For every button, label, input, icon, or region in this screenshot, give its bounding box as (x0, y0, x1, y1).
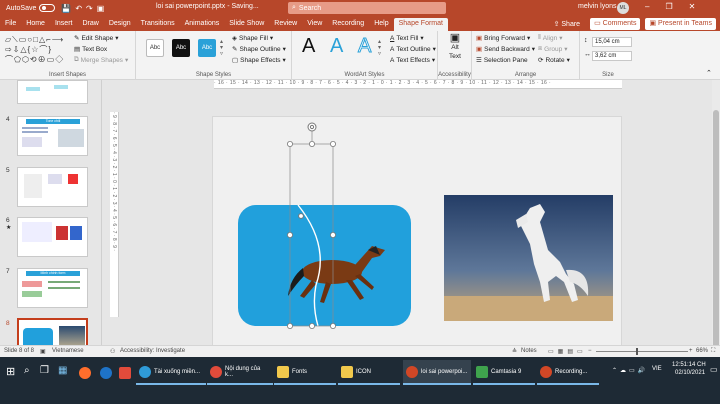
system-tray-icons[interactable]: ⌃☁▭🔊 (612, 367, 648, 374)
taskbar-download-label: Tài xuống miền... (154, 368, 201, 375)
taskbar-fonts-folder[interactable]: Fonts (274, 360, 336, 385)
taskbar-fonts-label: Fonts (292, 368, 308, 375)
rotate-handle-icon[interactable] (307, 122, 317, 132)
resize-handles[interactable] (286, 140, 336, 329)
zoom-level[interactable]: 66% (696, 348, 708, 354)
fit-slide-icon[interactable]: ⛶ (711, 348, 715, 355)
taskbar-app-2[interactable] (97, 360, 115, 385)
taskbar-app-3[interactable] (116, 360, 134, 385)
taskbar-recording-label: Recording... (555, 368, 588, 375)
zoom-in-icon[interactable]: + (689, 348, 693, 354)
white-horse-image[interactable] (444, 195, 613, 321)
view-buttons[interactable]: ▭▦▤▭ (548, 348, 587, 355)
accessibility-icon: ⚇ (110, 349, 116, 355)
taskbar-content-label: Nội dung của k... (225, 365, 261, 378)
recording-icon (540, 365, 552, 378)
camtasia-icon (476, 365, 488, 378)
app-orange-icon (79, 366, 91, 379)
taskbar-camtasia-window[interactable]: Camtasia 9 (473, 360, 535, 385)
widgets-icon[interactable]: ▦ (58, 365, 67, 376)
language-icon: ▣ (40, 349, 46, 355)
curve-point-handle[interactable] (298, 213, 304, 219)
folder-icon-2 (341, 365, 353, 378)
brown-horse-image[interactable] (288, 246, 385, 303)
clock-date[interactable]: 02/10/2021 (675, 370, 705, 376)
task-view-icon[interactable]: ❐ (40, 365, 49, 376)
taskbar-powerpoint-window[interactable]: loi sai powerpoi... (403, 360, 471, 385)
selection-frame (289, 143, 334, 327)
taskbar-icon-label: ICON (356, 368, 371, 375)
taskbar-powerpoint-label: loi sai powerpoi... (421, 368, 468, 375)
taskbar: ⊞ ⌕ ❐ ▦ Tài xuống miền... Nội dung của k… (0, 357, 720, 404)
chrome-window-icon (139, 365, 151, 378)
chrome-window-icon-2 (210, 365, 222, 378)
taskbar-app-1[interactable] (76, 360, 94, 385)
slide-count: Slide 8 of 8 (4, 348, 35, 354)
accessibility-status[interactable]: Accessibility: Investigate (120, 348, 185, 354)
status-bar: Slide 8 of 8 ▣ Vietnamese ⚇ Accessibilit… (0, 345, 720, 357)
zoom-slider[interactable] (596, 351, 688, 352)
taskbar-content-window[interactable]: Nội dung của k... (207, 360, 273, 385)
zoom-out-icon[interactable]: − (588, 348, 592, 354)
notification-icon[interactable]: ▭ (710, 365, 718, 374)
taskbar-download-window[interactable]: Tài xuống miền... (136, 360, 206, 385)
taskbar-camtasia-label: Camtasia 9 (491, 368, 522, 375)
input-language[interactable]: VIE (652, 366, 662, 372)
slide-graphics (286, 122, 613, 329)
taskbar-recording-window[interactable]: Recording... (537, 360, 599, 385)
notes-button[interactable]: Notes (521, 348, 537, 354)
zoom-slider-thumb[interactable] (636, 348, 638, 355)
notes-icon: ≜ (512, 349, 518, 355)
powerpoint-icon (406, 365, 418, 378)
chrome-icon (100, 366, 112, 379)
windows-start-icon[interactable]: ⊞ (6, 365, 15, 378)
taskbar-icon-folder[interactable]: ICON (338, 360, 400, 385)
language-status[interactable]: Vietnamese (52, 348, 84, 354)
folder-icon (277, 365, 289, 378)
app-red-icon (119, 366, 131, 379)
search-taskbar-icon[interactable]: ⌕ (24, 365, 30, 376)
clock-time[interactable]: 12:51:14 CH (672, 362, 706, 368)
